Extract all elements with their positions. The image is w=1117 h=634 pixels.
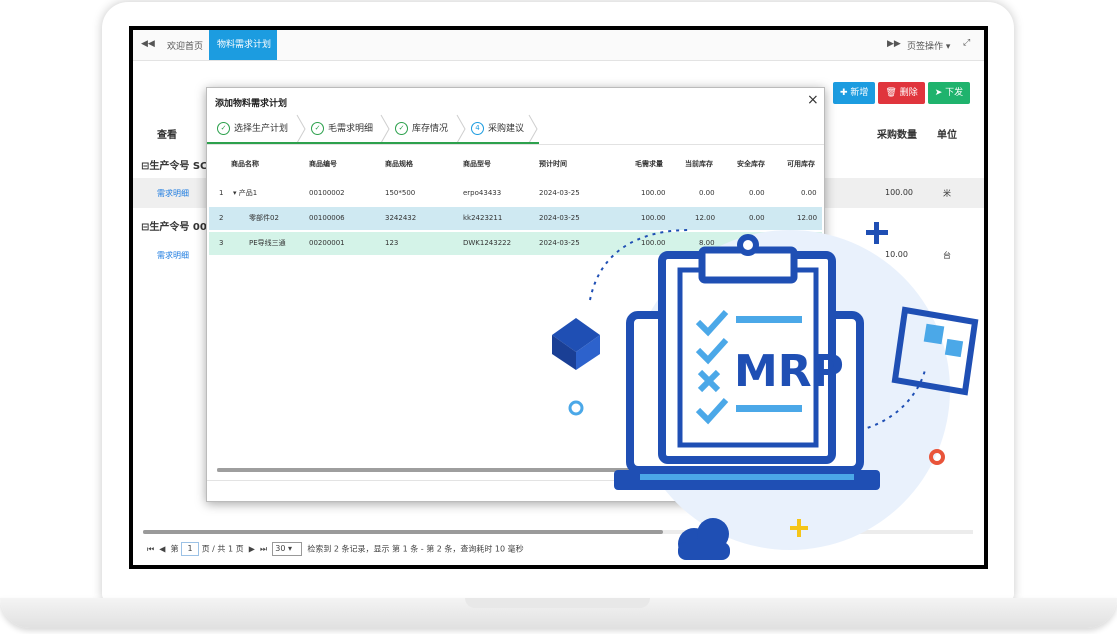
first-page-icon[interactable]: ⏮ — [147, 545, 154, 554]
product-spec: 123 — [385, 239, 399, 247]
prev-page-icon[interactable]: ◀ — [159, 545, 165, 554]
tab-mrp-plan-label: 物料需求计划 — [217, 40, 272, 50]
available-stock: 0.00 — [801, 189, 817, 197]
horizontal-scrollbar[interactable] — [143, 530, 973, 534]
expected-time: 2024-03-25 — [539, 214, 580, 222]
dialog-horizontal-scrollbar[interactable] — [217, 468, 817, 472]
col-product-code: 商品编号 — [309, 160, 337, 168]
last-page-icon[interactable]: ⏭ — [260, 545, 267, 554]
col-purchase-qty: 采购数量 — [877, 130, 917, 141]
available-stock: 8.00 — [801, 239, 817, 247]
product-name: ▾ 产品1 — [233, 189, 258, 197]
gross-demand: 100.00 — [641, 214, 666, 222]
purchase-qty: 100.00 — [885, 188, 913, 197]
product-spec: 3242432 — [385, 214, 417, 222]
app-window: ◀◀ 欢迎首页 物料需求计划 × ▶▶ 页签操作 ▾ ⤢ ✚ 新增 🗑 删除 ➤ 下发… — [133, 30, 984, 565]
delete-button[interactable]: 🗑 删除 — [878, 82, 925, 104]
row-index: 1 — [219, 189, 224, 197]
page-size-value: 30 — [275, 544, 286, 553]
add-mrp-plan-dialog: 添加物料需求计划 × ✓ 选择生产计划 ✓ 毛需求明细 ✓ 库存情况 4 采购建议 商品… — [206, 87, 825, 502]
col-product-name: 商品名称 — [231, 160, 259, 168]
table-row[interactable]: 3 PE导线三通 00200001 123 DWK1243222 2024-03… — [209, 232, 822, 255]
col-product-model: 商品型号 — [463, 160, 491, 168]
col-unit: 单位 — [937, 130, 957, 141]
product-code: 00100006 — [309, 214, 345, 222]
col-available-stock: 可用库存 — [787, 160, 815, 168]
scrollbar-thumb[interactable] — [217, 468, 637, 472]
current-stock: 8.00 — [699, 239, 715, 247]
page-input[interactable]: 1 — [181, 542, 200, 556]
tab-ops-menu[interactable]: 页签操作 ▾ — [907, 39, 950, 52]
product-name: 零部件02 — [249, 214, 279, 222]
step-progress-bar — [207, 142, 539, 144]
col-product-spec: 商品规格 — [385, 160, 413, 168]
page-prefix: 第 — [170, 544, 179, 554]
step-separators — [296, 114, 538, 144]
close-icon[interactable]: × — [219, 70, 226, 79]
next-page-icon[interactable]: ▶ — [249, 545, 255, 554]
close-icon[interactable]: × — [807, 92, 819, 108]
double-right-arrow-icon[interactable]: ▶▶ — [887, 39, 901, 49]
laptop-notch — [465, 598, 650, 608]
available-stock: 12.00 — [797, 214, 818, 222]
pager-summary: 检索到 2 条记录，显示 第 1 条 - 第 2 条，查询耗时 10 毫秒 — [307, 544, 524, 554]
gross-demand: 100.00 — [641, 189, 666, 197]
expected-time: 2024-03-25 — [539, 239, 580, 247]
add-button-label: 新增 — [850, 88, 869, 98]
row-index: 2 — [219, 214, 224, 222]
tab-welcome-home[interactable]: 欢迎首页 — [167, 39, 203, 52]
product-model: DWK1243222 — [463, 239, 512, 247]
group-header[interactable]: ⊟生产令号 SC — [141, 157, 207, 172]
add-button[interactable]: ✚ 新增 — [833, 82, 876, 104]
tab-ops-label: 页签操作 — [907, 42, 944, 52]
col-gross-demand: 毛需求量 — [635, 160, 663, 168]
product-code: 00100002 — [309, 189, 345, 197]
current-stock: 12.00 — [695, 214, 716, 222]
product-code: 00200001 — [309, 239, 345, 247]
group-header[interactable]: ⊟生产令号 00 — [141, 218, 207, 233]
fullscreen-icon[interactable]: ⤢ — [963, 38, 970, 48]
unit: 台 — [943, 251, 951, 260]
col-view: 查看 — [157, 130, 177, 141]
purchase-qty: 10.00 — [885, 250, 908, 259]
table-row[interactable]: 1 ▾ 产品1 00100002 150*500 erpo43433 2024-… — [209, 182, 822, 205]
product-name: PE导线三通 — [249, 239, 286, 247]
double-left-arrow-icon[interactable]: ◀◀ — [141, 39, 155, 49]
safety-stock: 0.00 — [749, 214, 765, 222]
issue-button[interactable]: ➤ 下发 — [927, 82, 971, 104]
expected-time: 2024-03-25 — [539, 189, 580, 197]
gross-demand: 100.00 — [641, 239, 666, 247]
col-expected-time: 预计时间 — [539, 160, 567, 168]
tab-bar: ◀◀ 欢迎首页 物料需求计划 × ▶▶ 页签操作 ▾ ⤢ — [133, 30, 984, 79]
pager: ⏮ ◀ 第 1 页 / 共 1 页 ▶ ⏭ 30 ▾ 检索到 2 条记录，显示 … — [147, 542, 524, 556]
dialog-title: 添加物料需求计划 — [215, 99, 288, 109]
wizard-steps: ✓ 选择生产计划 ✓ 毛需求明细 ✓ 库存情况 4 采购建议 — [207, 114, 824, 145]
toolbar: ✚ 新增 🗑 删除 ➤ 下发 — [833, 80, 973, 104]
table-row[interactable]: 2 零部件02 00100006 3242432 kk2423211 2024-… — [209, 207, 822, 230]
laptop-screen: ◀◀ 欢迎首页 物料需求计划 × ▶▶ 页签操作 ▾ ⤢ ✚ 新增 🗑 删除 ➤ 下发… — [129, 26, 988, 569]
product-spec: 150*500 — [385, 189, 416, 197]
product-model: erpo43433 — [463, 189, 502, 197]
issue-button-label: 下发 — [945, 88, 964, 98]
grid-header: 商品名称 商品编号 商品规格 商品型号 预计时间 毛需求量 当前库存 安全库存 … — [209, 152, 822, 176]
safety-stock: 0.00 — [749, 239, 765, 247]
dialog-footer-divider — [207, 480, 824, 481]
row-index: 3 — [219, 239, 224, 247]
current-stock: 0.00 — [699, 189, 715, 197]
page-size-select[interactable]: 30 ▾ — [272, 542, 303, 556]
col-current-stock: 当前库存 — [685, 160, 713, 168]
demand-detail-link[interactable]: 需求明细 — [157, 188, 189, 199]
safety-stock: 0.00 — [749, 189, 765, 197]
product-model: kk2423211 — [463, 214, 503, 222]
scrollbar-thumb[interactable] — [143, 530, 663, 534]
delete-button-label: 删除 — [899, 88, 918, 98]
demand-detail-link[interactable]: 需求明细 — [157, 250, 189, 261]
unit: 米 — [943, 189, 951, 198]
tab-mrp-plan[interactable]: 物料需求计划 × — [209, 30, 277, 79]
col-safety-stock: 安全库存 — [737, 160, 765, 168]
page-suffix: 页 / 共 1 页 — [201, 544, 244, 554]
